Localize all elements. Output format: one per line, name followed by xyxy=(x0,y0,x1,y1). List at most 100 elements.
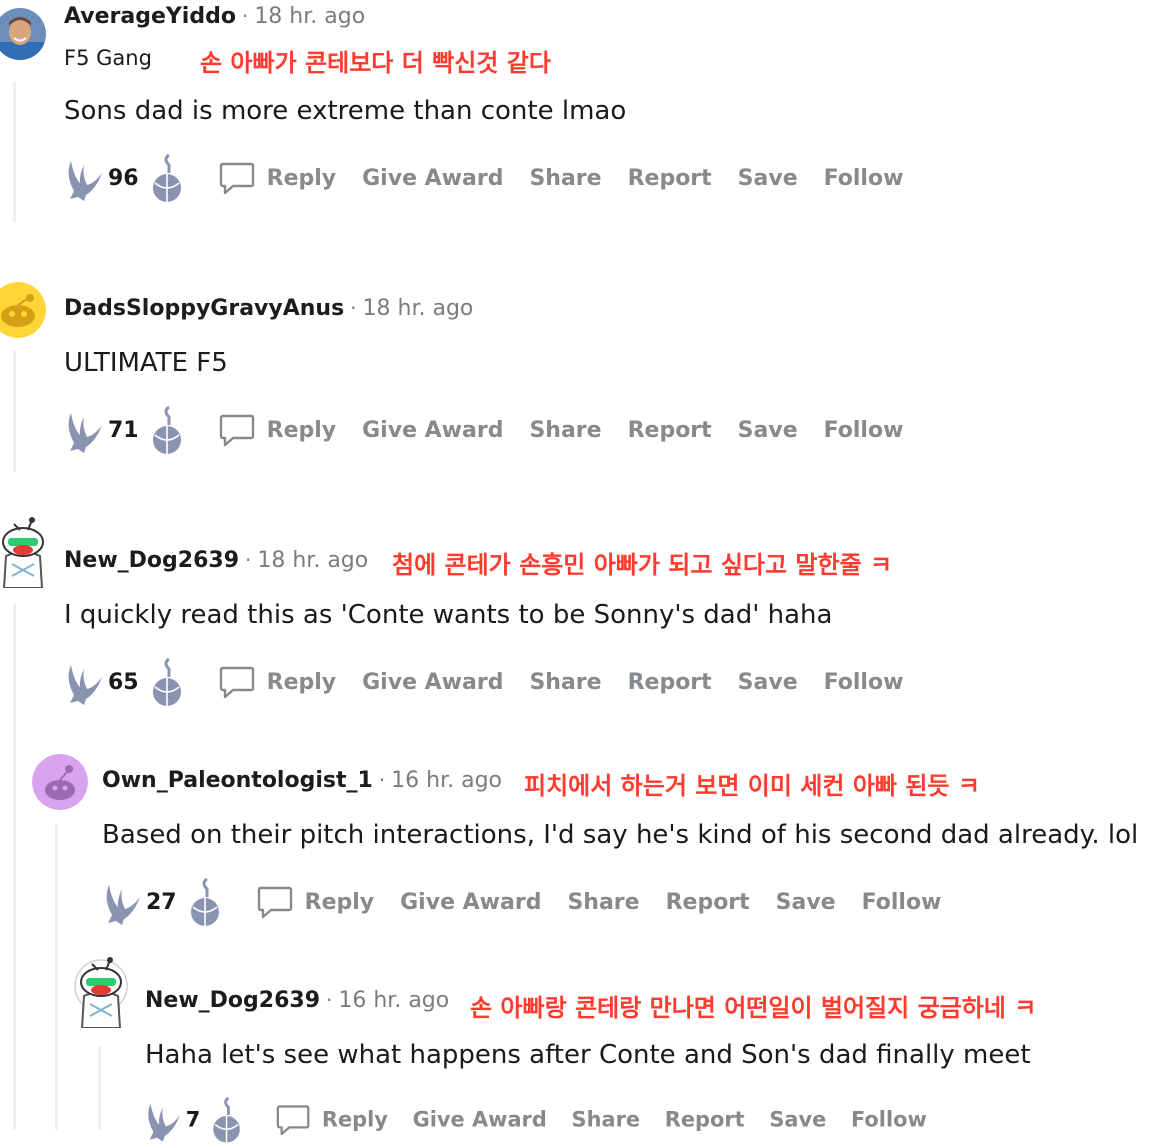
vote-controls: 96 xyxy=(62,153,191,203)
comment-body: Sons dad is more extreme than conte lmao xyxy=(64,96,627,126)
username[interactable]: AverageYiddo xyxy=(64,4,236,29)
vote-controls: 7 xyxy=(142,1096,250,1144)
save-button[interactable]: Save xyxy=(738,670,798,695)
upvote-cockerel-icon[interactable] xyxy=(62,405,106,455)
user-flair: F5 Gang xyxy=(64,46,152,70)
give-award-button[interactable]: Give Award xyxy=(362,670,503,695)
save-button[interactable]: Save xyxy=(769,1108,826,1132)
timestamp[interactable]: 16 hr. ago xyxy=(391,768,502,793)
vote-score: 7 xyxy=(185,1107,201,1132)
comment-actions: 71 Reply Give Award Share Report Save Fo… xyxy=(62,405,929,455)
separator-dot: · xyxy=(326,988,333,1012)
give-award-button[interactable]: Give Award xyxy=(362,418,503,443)
vote-score: 71 xyxy=(108,417,139,443)
vote-score: 27 xyxy=(146,889,177,915)
avatar[interactable] xyxy=(32,754,88,810)
reply-label: Reply xyxy=(266,669,337,695)
korean-translation: 첨에 콘테가 손흥민 아빠가 되고 싶다고 말한줄 ㅋ xyxy=(392,551,893,579)
save-button[interactable]: Save xyxy=(738,418,798,443)
username[interactable]: New_Dog2639 xyxy=(64,548,239,573)
save-button[interactable]: Save xyxy=(738,166,798,191)
thread-line[interactable] xyxy=(98,1046,101,1130)
separator-dot: · xyxy=(245,548,252,572)
comment-bubble-icon xyxy=(257,886,292,919)
reply-button[interactable]: Reply xyxy=(217,158,363,198)
timestamp[interactable]: 18 hr. ago xyxy=(254,4,365,29)
korean-translation: 손 아빠랑 콘테랑 만나면 어떤일이 벌어질지 궁금하네 ㅋ xyxy=(470,994,1037,1022)
reply-button[interactable]: Reply xyxy=(217,410,363,450)
comment-body: ULTIMATE F5 xyxy=(64,348,228,378)
comment-bubble-icon xyxy=(219,666,254,699)
comment-actions: 7 Reply Give Award Share Report Save Fol… xyxy=(142,1096,951,1144)
downvote-ball-icon[interactable] xyxy=(208,1096,250,1144)
downvote-ball-icon[interactable] xyxy=(147,153,191,203)
avatar[interactable] xyxy=(0,8,46,60)
share-button[interactable]: Share xyxy=(529,670,601,695)
korean-translation: 손 아빠가 콘테보다 더 빡신것 같다 xyxy=(200,49,551,77)
vote-controls: 65 xyxy=(62,657,191,707)
timestamp[interactable]: 18 hr. ago xyxy=(257,548,368,573)
share-button[interactable]: Share xyxy=(529,418,601,443)
vote-controls: 27 xyxy=(100,877,229,927)
username[interactable]: DadsSloppyGravyAnus xyxy=(64,296,344,321)
avatar[interactable] xyxy=(70,956,132,1028)
username[interactable]: Own_Paleontologist_1 xyxy=(102,768,373,793)
share-button[interactable]: Share xyxy=(572,1108,641,1132)
follow-button[interactable]: Follow xyxy=(851,1108,927,1132)
avatar[interactable] xyxy=(0,516,50,588)
comment-bubble-icon xyxy=(219,162,254,195)
timestamp[interactable]: 18 hr. ago xyxy=(363,296,474,321)
reply-label: Reply xyxy=(266,417,337,443)
report-button[interactable]: Report xyxy=(628,418,712,443)
vote-controls: 71 xyxy=(62,405,191,455)
vote-score: 65 xyxy=(108,669,139,695)
follow-button[interactable]: Follow xyxy=(824,670,904,695)
thread-line[interactable] xyxy=(13,350,16,472)
upvote-cockerel-icon[interactable] xyxy=(100,877,144,927)
comment-actions: 65 Reply Give Award Share Report Save Fo… xyxy=(62,657,929,707)
avatar[interactable] xyxy=(0,282,46,338)
share-button[interactable]: Share xyxy=(567,890,639,915)
reply-label: Reply xyxy=(266,165,337,191)
give-award-button[interactable]: Give Award xyxy=(413,1108,547,1132)
reply-label: Reply xyxy=(321,1107,388,1132)
separator-dot: · xyxy=(241,4,249,28)
upvote-cockerel-icon[interactable] xyxy=(142,1096,184,1144)
username[interactable]: New_Dog2639 xyxy=(145,988,320,1013)
follow-button[interactable]: Follow xyxy=(824,418,904,443)
report-button[interactable]: Report xyxy=(666,890,750,915)
share-button[interactable]: Share xyxy=(529,166,601,191)
follow-button[interactable]: Follow xyxy=(824,166,904,191)
timestamp[interactable]: 16 hr. ago xyxy=(338,988,449,1013)
reply-button[interactable]: Reply xyxy=(217,662,363,702)
give-award-button[interactable]: Give Award xyxy=(400,890,541,915)
korean-translation: 피치에서 하는거 보면 이미 세컨 아빠 된듯 ㅋ xyxy=(524,772,980,800)
comment-body: Haha let's see what happens after Conte … xyxy=(145,1040,1031,1070)
report-button[interactable]: Report xyxy=(665,1108,745,1132)
comment-body: I quickly read this as 'Conte wants to b… xyxy=(64,600,833,630)
save-button[interactable]: Save xyxy=(776,890,836,915)
separator-dot: · xyxy=(350,296,357,320)
upvote-cockerel-icon[interactable] xyxy=(62,657,106,707)
thread-line[interactable] xyxy=(13,82,16,222)
give-award-button[interactable]: Give Award xyxy=(362,166,503,191)
reply-label: Reply xyxy=(304,889,375,915)
downvote-ball-icon[interactable] xyxy=(147,405,191,455)
separator-dot: · xyxy=(378,768,386,792)
vote-score: 96 xyxy=(108,165,139,191)
report-button[interactable]: Report xyxy=(628,670,712,695)
upvote-cockerel-icon[interactable] xyxy=(62,153,106,203)
comment-actions: 96 Reply Give Award Share Report Save Fo… xyxy=(62,153,929,203)
comment-bubble-icon xyxy=(219,414,254,447)
comment-bubble-icon xyxy=(277,1105,310,1136)
report-button[interactable]: Report xyxy=(628,166,712,191)
comment-actions: 27 Reply Give Award Share Report Save Fo… xyxy=(100,877,967,927)
comment-body: Based on their pitch interactions, I'd s… xyxy=(102,820,1139,850)
follow-button[interactable]: Follow xyxy=(862,890,942,915)
thread-line[interactable] xyxy=(13,604,16,1130)
downvote-ball-icon[interactable] xyxy=(185,877,229,927)
downvote-ball-icon[interactable] xyxy=(147,657,191,707)
reply-button[interactable]: Reply xyxy=(255,882,401,922)
thread-line[interactable] xyxy=(55,824,58,1130)
reply-button[interactable]: Reply xyxy=(274,1101,412,1139)
